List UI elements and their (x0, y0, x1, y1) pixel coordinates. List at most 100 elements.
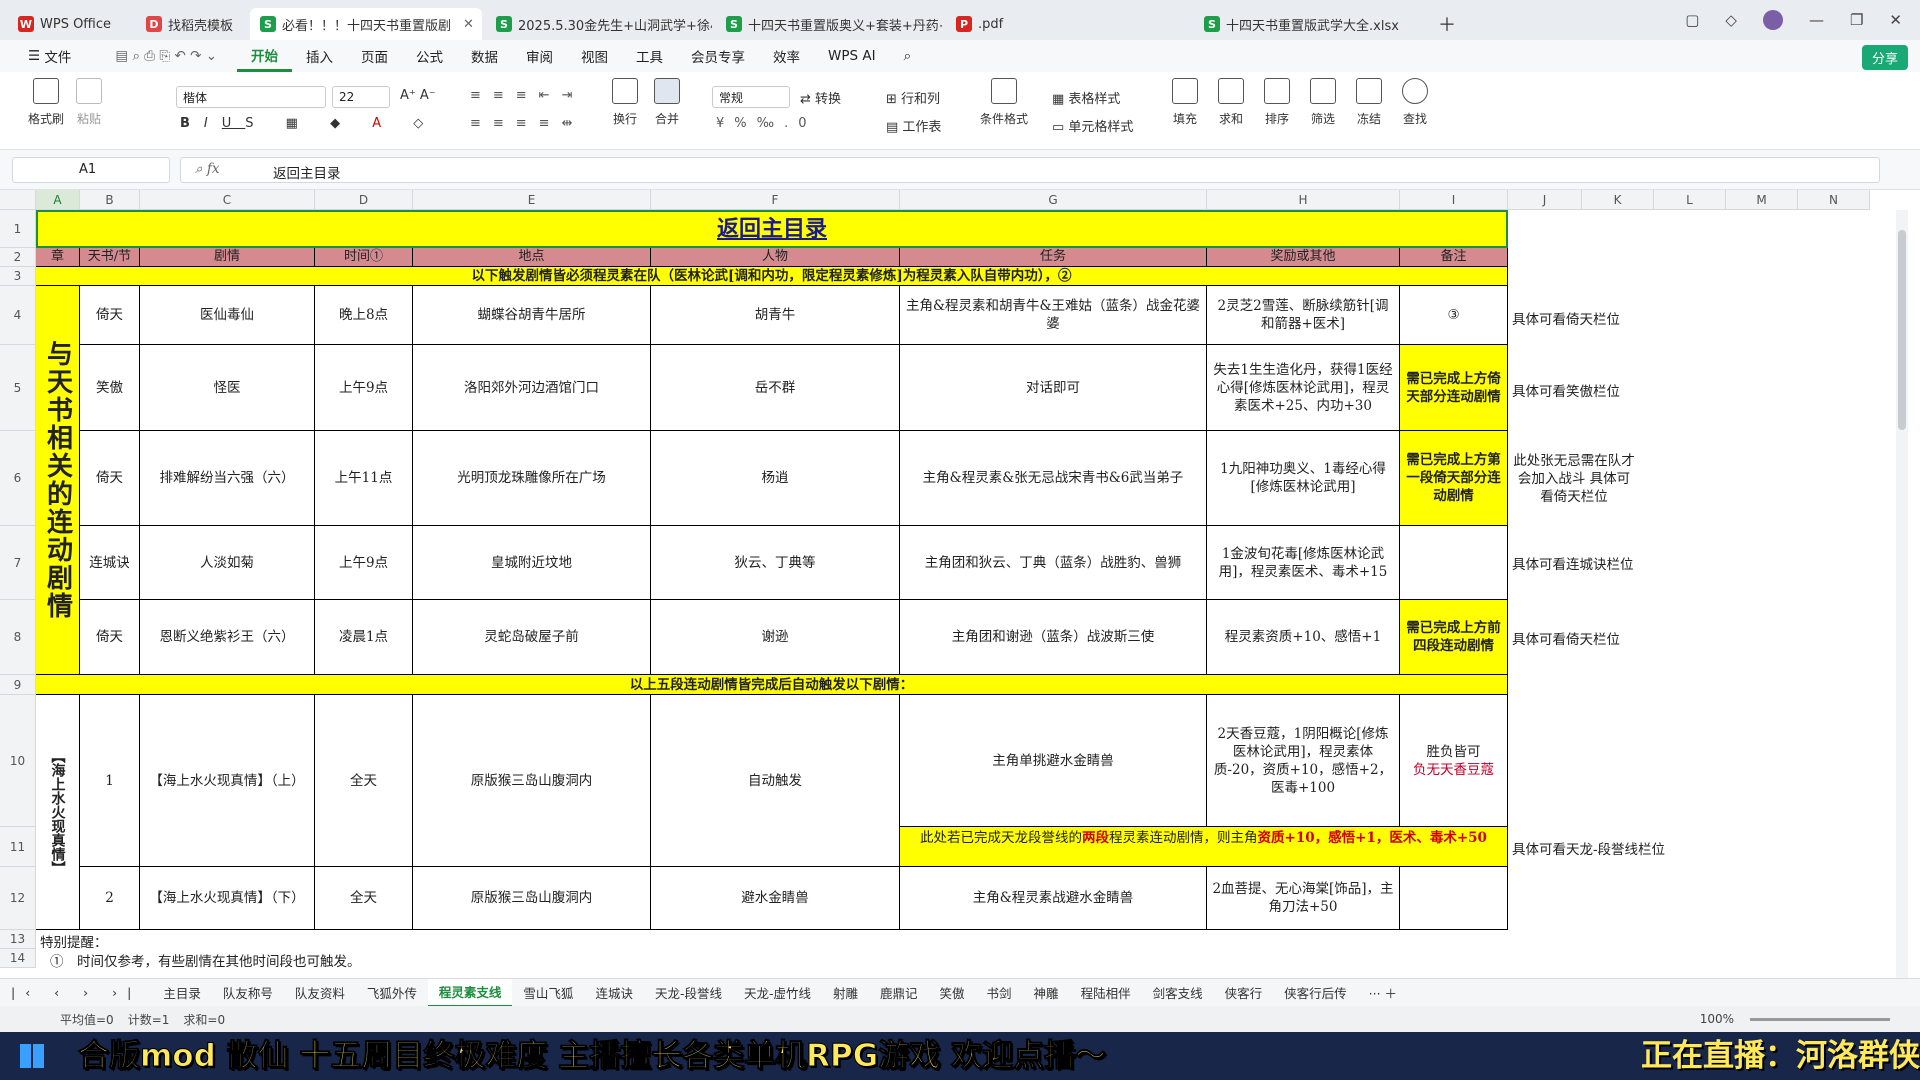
layout-icon[interactable]: ▢ (1685, 11, 1699, 29)
col-header-i[interactable]: I (1400, 190, 1508, 210)
format-painter-button[interactable]: 格式刷 (28, 78, 64, 127)
menu-member[interactable]: 会员专享 (677, 40, 759, 72)
menu-data[interactable]: 数据 (457, 40, 512, 72)
sheet-tab[interactable]: 队友称号 (212, 979, 284, 1007)
sheet-tab[interactable]: 书剑 (976, 979, 1023, 1007)
sheet-tab[interactable]: 鹿鼎记 (869, 979, 929, 1007)
merge-button[interactable]: 合并 (654, 78, 680, 127)
col-header-k[interactable]: K (1582, 190, 1654, 210)
table-style-button[interactable]: ▦ 表格样式 (1052, 88, 1120, 107)
menu-insert[interactable]: 插入 (292, 40, 347, 72)
row-header[interactable]: 6 (0, 431, 36, 526)
sheet-tab[interactable]: 天龙-虚竹线 (733, 979, 822, 1007)
return-to-toc-link[interactable]: 返回主目录 (36, 210, 1508, 248)
close-window-icon[interactable]: ✕ (1889, 11, 1902, 29)
menu-file[interactable]: ☰ 文件 (14, 40, 101, 72)
worksheet-button[interactable]: ▤ 工作表 (886, 116, 941, 135)
col-header-a[interactable]: A (36, 190, 80, 210)
tab-wps-office[interactable]: W WPS Office (8, 8, 132, 40)
tab-workbook-4[interactable]: S 十四天书重置版武学大全.xlsx (1194, 8, 1424, 40)
sheet-tab[interactable]: 连城诀 (584, 979, 644, 1007)
fill-button[interactable]: 填充 (1172, 78, 1198, 127)
col-header-m[interactable]: M (1726, 190, 1798, 210)
paste-button[interactable]: 粘贴 (76, 78, 102, 127)
tab-workbook-3[interactable]: S 十四天书重置版奥义+套装+丹药+套 (716, 8, 942, 40)
menu-home[interactable]: 开始 (237, 40, 293, 72)
close-icon[interactable]: ✕ (463, 17, 474, 32)
menu-formula[interactable]: 公式 (402, 40, 457, 72)
conditional-format-button[interactable]: 条件格式 (980, 78, 1028, 127)
wrap-button[interactable]: 换行 (612, 78, 638, 127)
number-format-select[interactable]: 常规 (712, 86, 790, 108)
sum-button[interactable]: 求和 (1218, 78, 1244, 127)
row-header[interactable]: 2 (0, 248, 36, 267)
vertical-scrollbar[interactable] (1896, 210, 1908, 978)
sheet-tab[interactable]: 侠客行 (1214, 979, 1274, 1007)
col-header-h[interactable]: H (1207, 190, 1400, 210)
sheet-tab[interactable]: 队友资料 (284, 979, 356, 1007)
sheet-tab[interactable]: 主目录 (152, 979, 212, 1007)
sheet-tab-active[interactable]: 程灵素支线 (427, 978, 513, 1007)
cube-icon[interactable]: ◇ (1725, 11, 1737, 29)
col-header-g[interactable]: G (900, 190, 1207, 210)
new-tab-button[interactable]: ＋ (1428, 8, 1466, 40)
row-header[interactable]: 14 (0, 949, 36, 968)
menu-wps-ai[interactable]: WPS AI (814, 40, 890, 72)
zoom-level[interactable]: 100% (1700, 1012, 1734, 1026)
minimize-icon[interactable]: — (1809, 11, 1824, 29)
sheet-tab[interactable]: 神雕 (1023, 979, 1070, 1007)
row-header[interactable]: 1 (0, 210, 36, 248)
find-button[interactable]: 查找 (1402, 78, 1428, 127)
avatar[interactable] (1762, 10, 1783, 30)
select-all-corner[interactable] (0, 190, 36, 210)
formula-input[interactable]: ⌕ fx 返回主目录 (180, 157, 1880, 183)
add-sheet-button[interactable]: ··· ＋ (1358, 979, 1408, 1007)
sheet-tab[interactable]: 射雕 (822, 979, 869, 1007)
tab-workbook-2[interactable]: S2025.5.30金先生+山洞武学+徐小侯 (486, 8, 712, 40)
menu-review[interactable]: 审阅 (512, 40, 567, 72)
row-col-button[interactable]: ⊞ 行和列 (886, 88, 940, 107)
font-style-buttons[interactable]: BIUS ▦ ◆ A ◇ (180, 116, 437, 131)
col-header-j[interactable]: J (1508, 190, 1582, 210)
sheet-tab[interactable]: 程陆相伴 (1070, 979, 1142, 1007)
row-header[interactable]: 5 (0, 345, 36, 431)
font-size-select[interactable]: 22 (332, 86, 390, 108)
tab-docer[interactable]: D 找稻壳模板 (136, 8, 246, 40)
search-icon[interactable]: ⌕ (890, 40, 926, 72)
menu-tools[interactable]: 工具 (622, 40, 677, 72)
col-header-e[interactable]: E (413, 190, 651, 210)
row-header[interactable]: 9 (0, 675, 36, 695)
windows-start-icon[interactable] (20, 1044, 44, 1068)
col-header-l[interactable]: L (1654, 190, 1726, 210)
sheet-tab[interactable]: 天龙-段誉线 (644, 979, 733, 1007)
col-header-n[interactable]: N (1798, 190, 1870, 210)
sheet-tab[interactable]: 雪山飞狐 (512, 979, 584, 1007)
row-header[interactable]: 11 (0, 827, 36, 867)
freeze-button[interactable]: 冻结 (1356, 78, 1382, 127)
font-grow-icon[interactable]: A⁺ A⁻ (400, 88, 436, 103)
tab-current-workbook[interactable]: S 必看！！！十四天书重置版剧 ✕ (250, 8, 482, 40)
tab-pdf[interactable]: P .pdf (946, 8, 1190, 40)
convert-button[interactable]: ⇄ 转换 (800, 88, 841, 107)
row-header[interactable]: 12 (0, 867, 36, 930)
menu-efficiency[interactable]: 效率 (759, 40, 814, 72)
cell-style-button[interactable]: ▭ 单元格样式 (1052, 116, 1133, 135)
filter-button[interactable]: 筛选 (1310, 78, 1336, 127)
row-header[interactable]: 7 (0, 526, 36, 600)
sort-button[interactable]: 排序 (1264, 78, 1290, 127)
sheet-nav-icon[interactable]: |‹ ‹ › ›| (0, 979, 152, 1007)
scroll-thumb[interactable] (1898, 230, 1906, 430)
align-buttons-2[interactable]: ≡≡≡≡⇹ (470, 116, 584, 131)
spreadsheet-grid[interactable]: A B C D E F G H I J K L M N 1 2 3 4 5 6 … (0, 190, 1908, 978)
sheet-tab[interactable]: 笑傲 (929, 979, 976, 1007)
menu-view[interactable]: 视图 (567, 40, 622, 72)
restore-icon[interactable]: ❐ (1850, 11, 1863, 29)
name-box[interactable]: A1 (12, 157, 170, 183)
sheet-tab[interactable]: 侠客行后传 (1273, 979, 1358, 1007)
row-header[interactable]: 4 (0, 286, 36, 345)
sheet-tab[interactable]: 剑客支线 (1142, 979, 1214, 1007)
number-buttons[interactable]: ¥%‰.0 (716, 116, 816, 131)
col-header-d[interactable]: D (315, 190, 413, 210)
row-header[interactable]: 13 (0, 930, 36, 949)
sheet-tab[interactable]: 飞狐外传 (356, 979, 428, 1007)
